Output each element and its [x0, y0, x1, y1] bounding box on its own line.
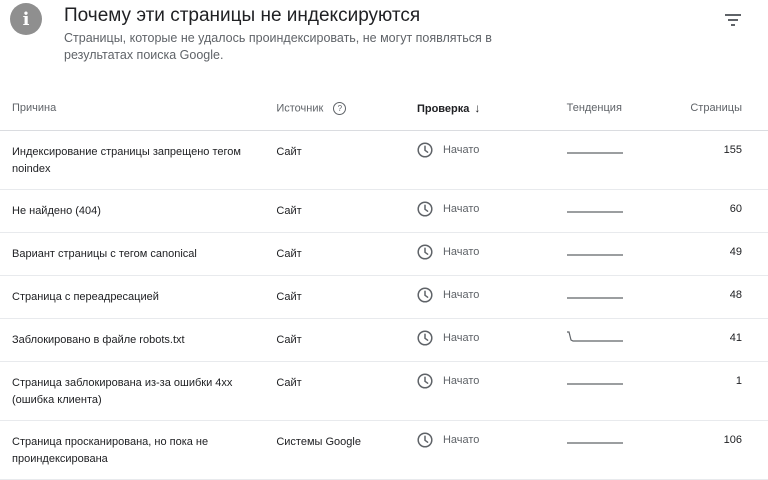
trend-sparkline: [566, 276, 691, 303]
status-cell: Начато: [417, 319, 567, 346]
clock-icon: [417, 201, 433, 217]
status-label: Начато: [442, 434, 480, 446]
clock-icon: [417, 432, 433, 448]
reason-cell: Индексирование страницы запрещено тегом …: [12, 146, 241, 175]
sort-arrow-down-icon: ↓: [474, 101, 481, 115]
table-row[interactable]: Индексирование страницы запрещено тегом …: [0, 130, 768, 190]
reason-cell: Страница заблокирована из-за ошибки 4xx …: [12, 377, 233, 406]
reason-cell: Вариант страницы с тегом canonical: [12, 248, 197, 260]
report-header: i Почему эти страницы не индексируются С…: [0, 0, 768, 90]
trend-sparkline: [566, 362, 691, 389]
trend-sparkline: [566, 190, 691, 217]
status-label: Начато: [442, 203, 480, 215]
pages-count: 48: [729, 289, 742, 301]
pages-count: 155: [723, 144, 742, 156]
clock-icon: [417, 330, 433, 346]
trend-sparkline: [566, 421, 691, 448]
column-header-source[interactable]: Источник?: [276, 86, 417, 131]
column-header-pages[interactable]: Страницы: [690, 86, 768, 131]
pages-count: 41: [729, 332, 742, 344]
clock-icon: [417, 287, 433, 303]
column-header-trend: Тенденция: [566, 86, 691, 131]
help-icon[interactable]: ?: [333, 101, 347, 115]
table-row[interactable]: Заблокировано в файле robots.txt Сайт На…: [0, 318, 768, 362]
trend-sparkline: [566, 233, 691, 260]
status-label: Начато: [442, 246, 480, 258]
reasons-table: Причина Источник? Проверка ↓ Тенденция Ст…: [0, 86, 768, 480]
page-title: Почему эти страницы не индексируются: [64, 5, 421, 26]
source-cell: Сайт: [276, 291, 302, 303]
clock-icon: [417, 142, 433, 158]
status-cell: Начато: [417, 233, 567, 260]
pages-count: 106: [723, 434, 742, 446]
clock-icon: [417, 373, 433, 389]
trend-sparkline: [566, 319, 691, 346]
column-header-check-label: Проверка: [416, 103, 470, 115]
pages-count: 60: [729, 203, 742, 215]
status-cell: Начато: [417, 276, 567, 303]
column-header-reason[interactable]: Причина: [0, 86, 277, 131]
source-cell: Сайт: [276, 377, 302, 389]
table-row[interactable]: Вариант страницы с тегом canonical Сайт …: [0, 232, 768, 276]
reason-cell: Не найдено (404): [12, 205, 101, 217]
reason-cell: Страница просканирована, но пока не прои…: [12, 436, 209, 465]
status-cell: Начато: [417, 131, 567, 158]
status-label: Начато: [442, 375, 480, 387]
table-row[interactable]: Не найдено (404) Сайт Начато 60: [0, 189, 768, 233]
pages-count: 1: [735, 375, 742, 387]
info-icon: i: [10, 3, 42, 35]
table-header-row: Причина Источник? Проверка ↓ Тенденция Ст…: [0, 86, 768, 131]
column-header-source-label: Источник: [276, 101, 324, 114]
status-cell: Начато: [417, 421, 567, 448]
filter-icon[interactable]: [724, 12, 742, 26]
status-label: Начато: [442, 289, 480, 301]
column-header-check[interactable]: Проверка ↓: [416, 86, 567, 131]
table-row[interactable]: Страница просканирована, но пока не прои…: [0, 420, 768, 480]
status-cell: Начато: [417, 362, 567, 389]
trend-sparkline: [566, 131, 691, 158]
reason-cell: Заблокировано в файле robots.txt: [12, 334, 185, 346]
source-cell: Сайт: [276, 248, 302, 260]
pages-count: 49: [729, 246, 742, 258]
table-row[interactable]: Страница заблокирована из-за ошибки 4xx …: [0, 361, 768, 421]
source-cell: Сайт: [276, 205, 302, 217]
reason-cell: Страница с переадресацией: [12, 291, 159, 303]
clock-icon: [417, 244, 433, 260]
page-subtitle: Страницы, которые не удалось проиндексир…: [64, 31, 492, 62]
source-cell: Сайт: [276, 334, 302, 346]
table-row[interactable]: Страница с переадресацией Сайт Начато 48: [0, 275, 768, 319]
status-label: Начато: [442, 144, 480, 156]
status-cell: Начато: [417, 190, 567, 217]
source-cell: Сайт: [276, 146, 302, 158]
source-cell: Системы Google: [276, 436, 361, 448]
status-label: Начато: [442, 332, 480, 344]
